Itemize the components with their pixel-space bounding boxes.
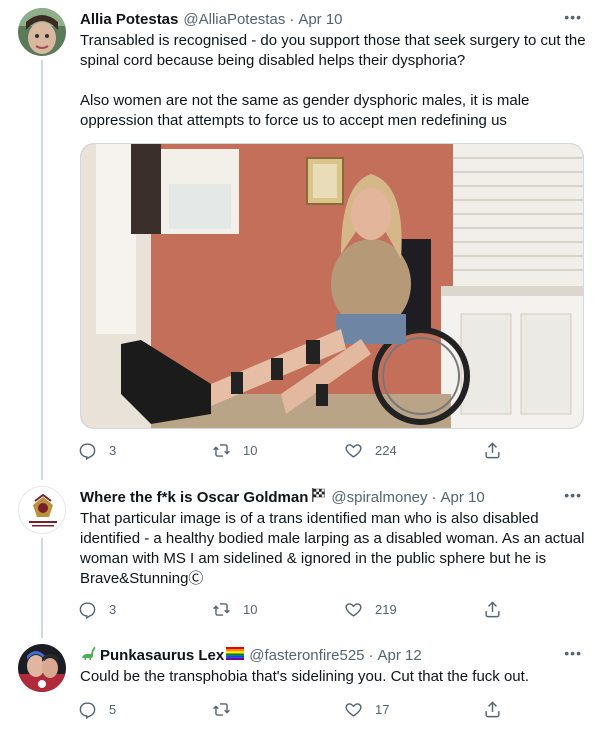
- rainbow-flag-icon: [226, 646, 245, 664]
- reply-button[interactable]: 5: [78, 700, 116, 719]
- avatar[interactable]: [18, 8, 66, 56]
- tweet[interactable]: Punkasaurus Lex @fasteronfire525 · Apr 1…: [0, 636, 602, 735]
- user-handle[interactable]: @AlliaPotestas: [183, 11, 285, 28]
- avatar[interactable]: [18, 644, 66, 692]
- tweet-text: Could be the transphobia that's sidelini…: [80, 668, 529, 685]
- retweet-button[interactable]: 10: [212, 441, 257, 460]
- tweet-paragraph: Transabled is recognised - do you suppor…: [80, 32, 586, 69]
- share-icon: [485, 701, 500, 718]
- tweet-date[interactable]: Apr 10: [441, 489, 485, 506]
- checkered-flag-icon: [310, 487, 326, 507]
- user-handle[interactable]: @fasteronfire525: [249, 647, 364, 664]
- retweet-count: 10: [243, 443, 258, 458]
- more-icon[interactable]: •••: [564, 487, 582, 503]
- reply-icon: [79, 702, 96, 719]
- sauropod-icon: [80, 645, 97, 666]
- like-button[interactable]: 219: [344, 600, 397, 619]
- reply-button[interactable]: 3: [78, 600, 116, 619]
- share-button[interactable]: [483, 700, 502, 719]
- like-icon: [345, 444, 362, 458]
- reply-icon: [79, 602, 96, 619]
- reply-count: 5: [109, 702, 117, 717]
- avatar[interactable]: [18, 486, 66, 534]
- more-icon[interactable]: •••: [564, 9, 582, 25]
- more-icon[interactable]: •••: [564, 645, 582, 661]
- retweet-count: 10: [243, 602, 258, 617]
- retweet-icon: [213, 603, 230, 616]
- display-name[interactable]: Punkasaurus Lex: [100, 647, 224, 664]
- share-button[interactable]: [483, 441, 502, 460]
- reply-count: 3: [109, 602, 117, 617]
- share-icon: [485, 442, 500, 459]
- display-name[interactable]: Allia Potestas: [80, 11, 178, 28]
- tweet[interactable]: Allia Potestas @AlliaPotestas · Apr 10 •…: [0, 0, 602, 475]
- tweet-actions: 3 10 224: [78, 441, 508, 463]
- share-icon: [485, 601, 500, 618]
- tweet-paragraph: Also women are not the same as gender dy…: [80, 92, 530, 129]
- like-button[interactable]: 224: [344, 441, 397, 460]
- separator: ·: [368, 646, 374, 664]
- tweet[interactable]: Where the f*k is Oscar Goldman @spiralmo…: [0, 478, 602, 628]
- retweet-button[interactable]: 10: [212, 600, 257, 619]
- like-icon: [345, 703, 362, 717]
- reply-count: 3: [109, 443, 117, 458]
- tweet-date[interactable]: Apr 12: [378, 647, 422, 664]
- tweet-actions: 3 10 219: [78, 600, 508, 622]
- separator: ·: [289, 10, 295, 28]
- retweet-button[interactable]: [212, 700, 243, 719]
- retweet-icon: [213, 444, 230, 457]
- user-handle[interactable]: @spiralmoney: [331, 489, 427, 506]
- display-name[interactable]: Where the f*k is Oscar Goldman: [80, 489, 308, 506]
- tweet-header: Where the f*k is Oscar Goldman @spiralmo…: [80, 487, 588, 507]
- tweet-header: Punkasaurus Lex @fasteronfire525 · Apr 1…: [80, 645, 588, 665]
- tweet-header: Allia Potestas @AlliaPotestas · Apr 10: [80, 9, 588, 29]
- like-count: 219: [375, 602, 397, 617]
- like-count: 224: [375, 443, 397, 458]
- tweet-actions: 5 17: [78, 700, 508, 722]
- tweet-date[interactable]: Apr 10: [298, 11, 342, 28]
- reply-button[interactable]: 3: [78, 441, 116, 460]
- like-button[interactable]: 17: [344, 700, 389, 719]
- reply-icon: [79, 443, 96, 460]
- separator: ·: [431, 488, 437, 506]
- like-count: 17: [375, 702, 390, 717]
- tweet-text: Transabled is recognised - do you suppor…: [80, 31, 588, 131]
- tweet-photo[interactable]: [80, 143, 584, 429]
- like-icon: [345, 603, 362, 617]
- share-button[interactable]: [483, 600, 502, 619]
- retweet-icon: [213, 703, 230, 716]
- tweet-text: That particular image is of a trans iden…: [80, 510, 585, 587]
